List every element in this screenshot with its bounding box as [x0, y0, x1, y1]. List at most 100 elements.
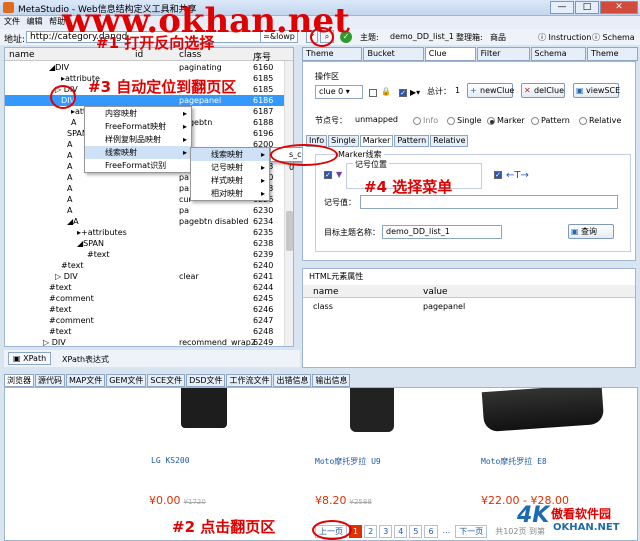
subtab-single[interactable]: Single	[328, 135, 359, 147]
menu-file[interactable]: 文件	[4, 17, 20, 26]
html-properties: HTML元素属性 name value class pagepanel	[302, 268, 636, 368]
del-clue-button[interactable]: ✕ delClue	[521, 83, 565, 98]
tree-row[interactable]: ◢DIV paginating 6160	[5, 62, 293, 73]
submenu-clue-map[interactable]: 线索映射 ▸	[191, 148, 269, 161]
menu-clue-map[interactable]: 线索映射 ▸	[85, 146, 191, 159]
tree-node-name: #text	[49, 305, 72, 314]
tab-theme-list[interactable]: Theme List	[586, 47, 638, 70]
arrow-checkbox[interactable]: ✓	[494, 171, 502, 179]
maximize-button[interactable]: □	[575, 1, 599, 14]
submenu-marker-map[interactable]: 记号映射 ▸	[191, 161, 269, 174]
target-theme-input[interactable]: demo_DD_list_1	[382, 225, 502, 239]
menu-content-map[interactable]: 内容映射 ▸	[85, 107, 191, 120]
tab-workflow[interactable]: 工作流文件	[226, 374, 273, 387]
tree-row[interactable]: #comment 6245	[5, 293, 293, 304]
flag-checkbox[interactable]: ✓	[399, 89, 407, 97]
tab-dsd[interactable]: DSD文件	[186, 374, 226, 387]
product-name-1[interactable]: LG KS200	[151, 456, 190, 465]
radio-relative[interactable]	[579, 117, 587, 125]
radio-info-label: Info	[423, 116, 439, 125]
pager-page-3[interactable]: 3	[379, 525, 393, 538]
tree-node-name: A	[67, 140, 73, 149]
tab-bucket-editor[interactable]: Bucket Editor	[363, 47, 424, 70]
tab-output[interactable]: 输出信息	[312, 374, 351, 387]
tab-schema-list[interactable]: Schema List	[530, 47, 586, 70]
product-image-2[interactable]	[350, 388, 394, 432]
tree-row[interactable]: #text 6240	[5, 260, 293, 271]
pager-page-5[interactable]: 5	[409, 525, 423, 538]
tree-row[interactable]: #text 6244	[5, 282, 293, 293]
lock-icon[interactable]: 🔒	[381, 87, 391, 96]
tree-row[interactable]: ▸+attributes 6235	[5, 227, 293, 238]
arrows-icon[interactable]: ←T→	[506, 170, 529, 181]
submenu-relative-map[interactable]: 相对映射 ▸	[191, 187, 269, 200]
tree-row[interactable]: #comment 6247	[5, 315, 293, 326]
annotation-3: #3 自动定位到翻页区	[88, 78, 237, 96]
clue-type-tabs: Info Single Marker Pattern Relative	[306, 135, 469, 147]
tab-source[interactable]: 源代码	[35, 374, 65, 387]
pager-page-6[interactable]: 6	[424, 525, 438, 538]
query-button[interactable]: ▣ 查询	[568, 224, 614, 239]
tab-browser[interactable]: 浏览器	[4, 374, 34, 387]
clue-select[interactable]: clue 0 ▾	[315, 85, 363, 99]
menu-sample-map[interactable]: 样例复制品映射 ▸	[85, 133, 191, 146]
minimize-button[interactable]: —	[550, 1, 574, 14]
tab-clue-editor[interactable]: Clue Editor	[424, 47, 476, 70]
product-image-3[interactable]	[481, 388, 605, 433]
radio-info[interactable]	[413, 117, 421, 125]
subtab-marker[interactable]: Marker	[359, 135, 394, 147]
tree-row[interactable]: ◢SPAN 6238	[5, 238, 293, 249]
pager-page-2[interactable]: 2	[364, 525, 378, 538]
tab-gem[interactable]: GEM文件	[106, 374, 147, 387]
tree-scrollbar[interactable]	[284, 61, 293, 346]
product-name-2[interactable]: Moto摩托罗拉 U9	[315, 456, 381, 467]
tree-node-name: A	[67, 173, 73, 182]
tree-row[interactable]: ◢A pagebtn disabled 6234	[5, 216, 293, 227]
tab-theme-editor[interactable]: Theme Editor	[302, 47, 363, 70]
subtab-relative[interactable]: Relative	[430, 135, 469, 147]
product-name-3[interactable]: Moto摩托罗拉 E8	[481, 456, 547, 467]
tree-row[interactable]: ▷ DIV clear 6241	[5, 271, 293, 282]
bottom-tabs: 浏览器 源代码 MAP文件 GEM文件 SCE文件 DSD文件 工作流文件 出错…	[4, 374, 351, 387]
tree-row[interactable]: #text 6239	[5, 249, 293, 260]
close-button[interactable]: ✕	[600, 1, 638, 14]
tree-row[interactable]: #text 6246	[5, 304, 293, 315]
xpath-bar: ▣ XPath XPath表达式	[4, 350, 300, 367]
tree-node-seq: 6240	[253, 261, 274, 270]
app-icon	[3, 2, 14, 13]
record-checkbox[interactable]: ✓	[324, 171, 332, 179]
tab-sce[interactable]: SCE文件	[147, 374, 186, 387]
tree-node-name: ◢DIV	[49, 63, 70, 72]
toolstrip: =&lowp ✓ ⌕ ✓ 主题: demo_DD_list_1 整理箱: 商品 …	[260, 29, 640, 45]
tree-node-seq: 6245	[253, 294, 274, 303]
radio-pattern[interactable]	[531, 117, 539, 125]
clue-checkbox[interactable]	[369, 89, 377, 97]
subtab-pattern[interactable]: Pattern	[394, 135, 430, 147]
tree-row[interactable]: ▷ DIV recommend_wrap2 6249	[5, 337, 293, 346]
instruction-link[interactable]: ⓘ Instruction	[538, 32, 591, 43]
tree-node-class: pagebtn disabled	[179, 217, 249, 226]
pager-page-4[interactable]: 4	[394, 525, 408, 538]
tab-errors[interactable]: 出错信息	[273, 374, 312, 387]
submenu-style-map[interactable]: 样式映射 ▸	[191, 174, 269, 187]
tab-map[interactable]: MAP文件	[66, 374, 106, 387]
product-image-1[interactable]	[181, 388, 227, 428]
highlight-circle-reverse	[310, 27, 334, 47]
radio-single[interactable]	[447, 117, 455, 125]
tree-row[interactable]: Apa 6230	[5, 205, 293, 216]
pager-next[interactable]: 下一页	[455, 525, 488, 538]
filter-icon[interactable]: ▼	[336, 170, 342, 179]
view-sce-button[interactable]: ▣ viewSCE	[573, 83, 620, 98]
radio-marker[interactable]	[487, 117, 495, 125]
record-value-input[interactable]	[360, 195, 618, 209]
tab-filter-editor[interactable]: Filter Editor	[476, 47, 530, 70]
new-clue-button[interactable]: + newClue	[467, 83, 514, 98]
xpath-button[interactable]: ▣ XPath	[8, 352, 52, 365]
play-icon[interactable]: ▶▾	[410, 88, 420, 97]
menu-edit[interactable]: 编辑	[27, 17, 43, 26]
tree-row[interactable]: #text 6248	[5, 326, 293, 337]
tree-node-seq: 6230	[253, 206, 274, 215]
menu-freeformat-map[interactable]: FreeFormat映射 ▸	[85, 120, 191, 133]
schema-link[interactable]: ⓘ Schema	[592, 32, 635, 43]
menu-freeformat-detect[interactable]: FreeFormat识别	[85, 159, 191, 172]
